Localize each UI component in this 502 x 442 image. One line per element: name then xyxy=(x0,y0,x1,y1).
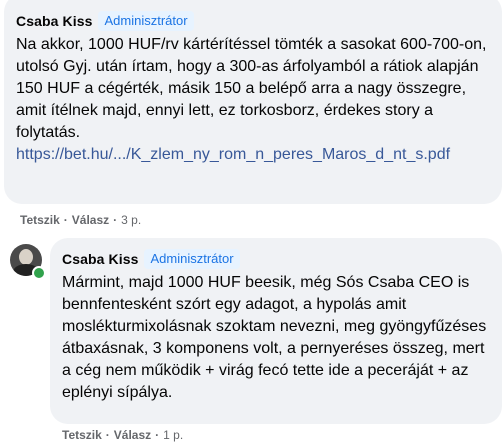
comment-text: Mármint, majd 1000 HUF beesik, még Sós C… xyxy=(62,272,490,404)
timestamp[interactable]: 1 p. xyxy=(163,428,183,442)
comment-bubble: Csaba Kiss Adminisztrátor Na akkor, 1000… xyxy=(4,0,502,204)
reply-button[interactable]: Válasz xyxy=(72,213,109,227)
separator-dot: · xyxy=(105,428,110,442)
online-status-icon xyxy=(32,266,46,280)
role-badge[interactable]: Adminisztrátor xyxy=(98,11,194,31)
attachment-link[interactable]: https://bet.hu/.../K_zlem_ny_rom_n_peres… xyxy=(16,144,490,166)
author-name[interactable]: Csaba Kiss xyxy=(16,13,92,29)
author-name[interactable]: Csaba Kiss xyxy=(62,251,138,267)
comment-body: Mármint, majd 1000 HUF beesik, még Sós C… xyxy=(62,274,487,401)
role-badge[interactable]: Adminisztrátor xyxy=(144,249,240,269)
like-button[interactable]: Tetszik xyxy=(62,428,102,442)
like-button[interactable]: Tetszik xyxy=(20,213,60,227)
separator-dot: · xyxy=(155,428,160,442)
comment-header: Csaba Kiss Adminisztrátor xyxy=(16,10,490,32)
reply-bubble: Csaba Kiss Adminisztrátor Mármint, majd … xyxy=(50,238,502,424)
separator-dot: · xyxy=(63,213,68,227)
reply-button[interactable]: Válasz xyxy=(114,428,151,442)
separator-dot: · xyxy=(113,213,118,227)
comment-header: Csaba Kiss Adminisztrátor xyxy=(62,248,490,270)
avatar-face xyxy=(19,249,33,265)
comment-actions: Tetszik · Válasz · 3 p. xyxy=(20,213,141,227)
comment-text: Na akkor, 1000 HUF/rv kártérítéssel tömt… xyxy=(16,34,490,166)
timestamp[interactable]: 3 p. xyxy=(121,213,141,227)
reply-actions: Tetszik · Válasz · 1 p. xyxy=(62,428,183,442)
comment-body: Na akkor, 1000 HUF/rv kártérítéssel tömt… xyxy=(16,36,487,141)
